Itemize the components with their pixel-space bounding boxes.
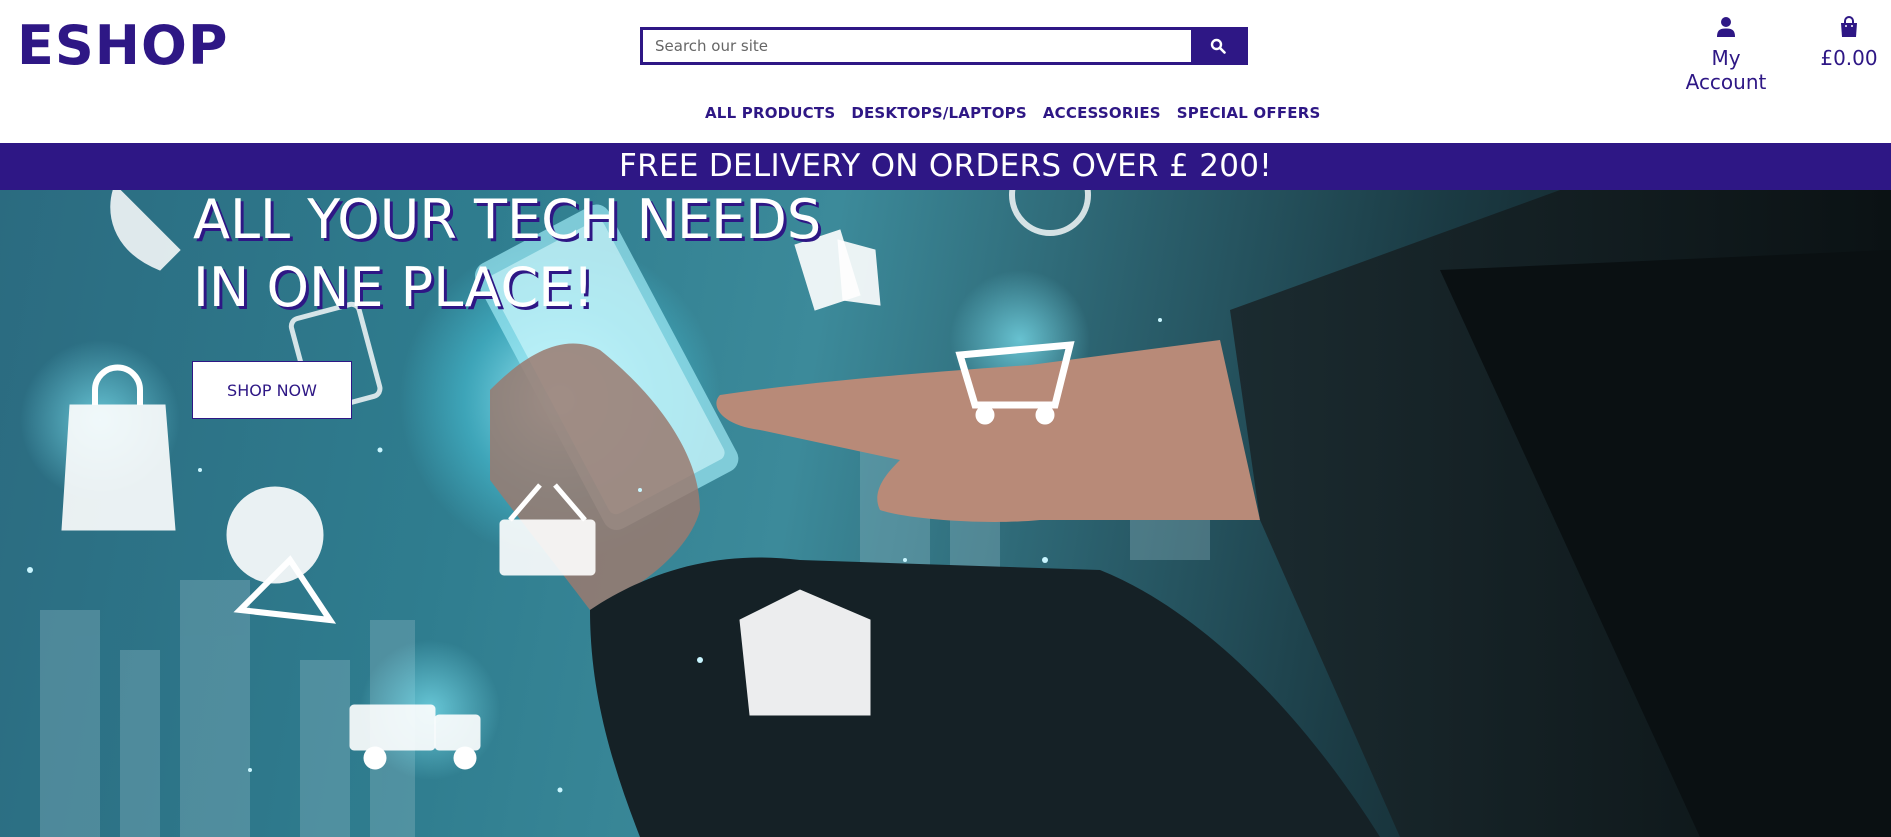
shop-now-button[interactable]: SHOP NOW xyxy=(192,361,352,419)
nav-item-all-products[interactable]: ALL PRODUCTS xyxy=(705,104,835,122)
user-icon xyxy=(1717,17,1735,37)
my-account-link[interactable]: My Account xyxy=(1668,16,1784,94)
search-input[interactable] xyxy=(643,30,1191,62)
delivery-banner: FREE DELIVERY ON ORDERS OVER £ 200! xyxy=(0,143,1891,190)
site-logo[interactable]: ESHOP xyxy=(17,14,228,77)
hero-title: ALL YOUR TECH NEEDS IN ONE PLACE! xyxy=(193,190,821,322)
hero-title-line-1: ALL YOUR TECH NEEDS xyxy=(193,190,822,251)
search-bar xyxy=(640,27,1248,65)
main-nav: ALL PRODUCTS DESKTOPS/LAPTOPS ACCESSORIE… xyxy=(705,104,1320,122)
cart-link[interactable]: £0.00 xyxy=(1818,16,1880,70)
cart-total: £0.00 xyxy=(1820,46,1878,70)
shopping-bag-icon xyxy=(1841,16,1857,37)
my-account-label: My Account xyxy=(1685,46,1767,94)
search-button[interactable] xyxy=(1191,30,1245,62)
site-header: ESHOP My Account £0.00 ALL PRODUCTS DESK… xyxy=(0,0,1891,143)
search-icon xyxy=(1210,38,1226,54)
hero-section: ALL YOUR TECH NEEDS IN ONE PLACE! SHOP N… xyxy=(0,190,1891,837)
nav-item-desktops-laptops[interactable]: DESKTOPS/LAPTOPS xyxy=(851,104,1027,122)
nav-item-special-offers[interactable]: SPECIAL OFFERS xyxy=(1177,104,1321,122)
nav-item-accessories[interactable]: ACCESSORIES xyxy=(1043,104,1161,122)
hero-title-line-2: IN ONE PLACE! xyxy=(193,256,595,319)
